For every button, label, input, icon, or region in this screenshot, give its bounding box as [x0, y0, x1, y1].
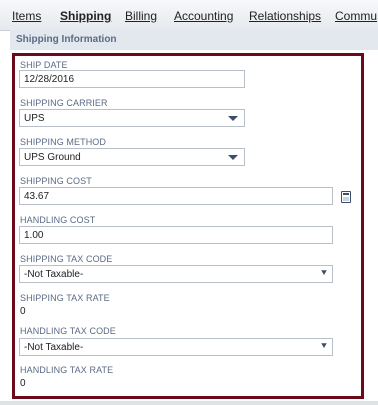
tab-communication[interactable]: Commu: [335, 9, 377, 23]
tab-accounting[interactable]: Accounting: [174, 9, 233, 23]
handling-tax-rate-label: HANDLING TAX RATE: [20, 365, 114, 375]
tab-relationships[interactable]: Relationships: [249, 9, 321, 23]
section-title: Shipping Information: [16, 34, 117, 45]
shipping-cost-value: 43.67: [24, 191, 50, 202]
calculator-icon[interactable]: [341, 191, 351, 203]
shipping-carrier-label: SHIPPING CARRIER: [20, 98, 108, 108]
handling-tax-code-select[interactable]: -Not Taxable- ⯆: [19, 338, 333, 356]
caret-down-icon[interactable]: [228, 116, 238, 121]
handling-cost-field[interactable]: 1.00: [19, 226, 333, 244]
shipping-carrier-value: UPS: [24, 113, 45, 124]
shipping-tax-code-label: SHIPPING TAX CODE: [20, 254, 113, 264]
shipping-cost-field[interactable]: 43.67: [19, 187, 333, 205]
shipping-tax-code-value: -Not Taxable-: [24, 269, 84, 280]
bottom-divider: [0, 401, 378, 405]
tab-billing[interactable]: Billing: [125, 9, 157, 23]
tab-bar: Items Shipping Billing Accounting Relati…: [0, 0, 378, 31]
handling-cost-label: HANDLING COST: [20, 215, 96, 225]
handling-cost-value: 1.00: [24, 230, 44, 241]
shipping-method-label: SHIPPING METHOD: [20, 137, 107, 147]
shipping-carrier-select[interactable]: UPS: [19, 109, 245, 127]
ship-date-field[interactable]: 12/28/2016: [19, 70, 245, 88]
double-chevron-down-icon[interactable]: ⯆: [320, 268, 328, 280]
caret-down-icon[interactable]: [228, 155, 238, 160]
double-chevron-down-icon[interactable]: ⯆: [320, 341, 328, 353]
handling-tax-code-label: HANDLING TAX CODE: [20, 326, 116, 336]
handling-tax-code-value: -Not Taxable-: [24, 342, 84, 353]
shipping-method-value: UPS Ground: [24, 152, 81, 163]
shipping-tax-code-select[interactable]: -Not Taxable- ⯆: [19, 265, 333, 283]
tab-shipping[interactable]: Shipping: [60, 9, 111, 23]
section-header[interactable]: Shipping Information: [10, 30, 378, 50]
shipping-method-select[interactable]: UPS Ground: [19, 148, 245, 166]
ship-date-label: SHIP DATE: [20, 60, 68, 70]
handling-tax-rate-value: 0: [20, 378, 26, 389]
shipping-tax-rate-value: 0: [20, 306, 26, 317]
ship-date-value: 12/28/2016: [24, 74, 75, 85]
shipping-cost-label: SHIPPING COST: [20, 176, 92, 186]
tab-items[interactable]: Items: [12, 9, 41, 23]
shipping-tax-rate-label: SHIPPING TAX RATE: [20, 293, 110, 303]
